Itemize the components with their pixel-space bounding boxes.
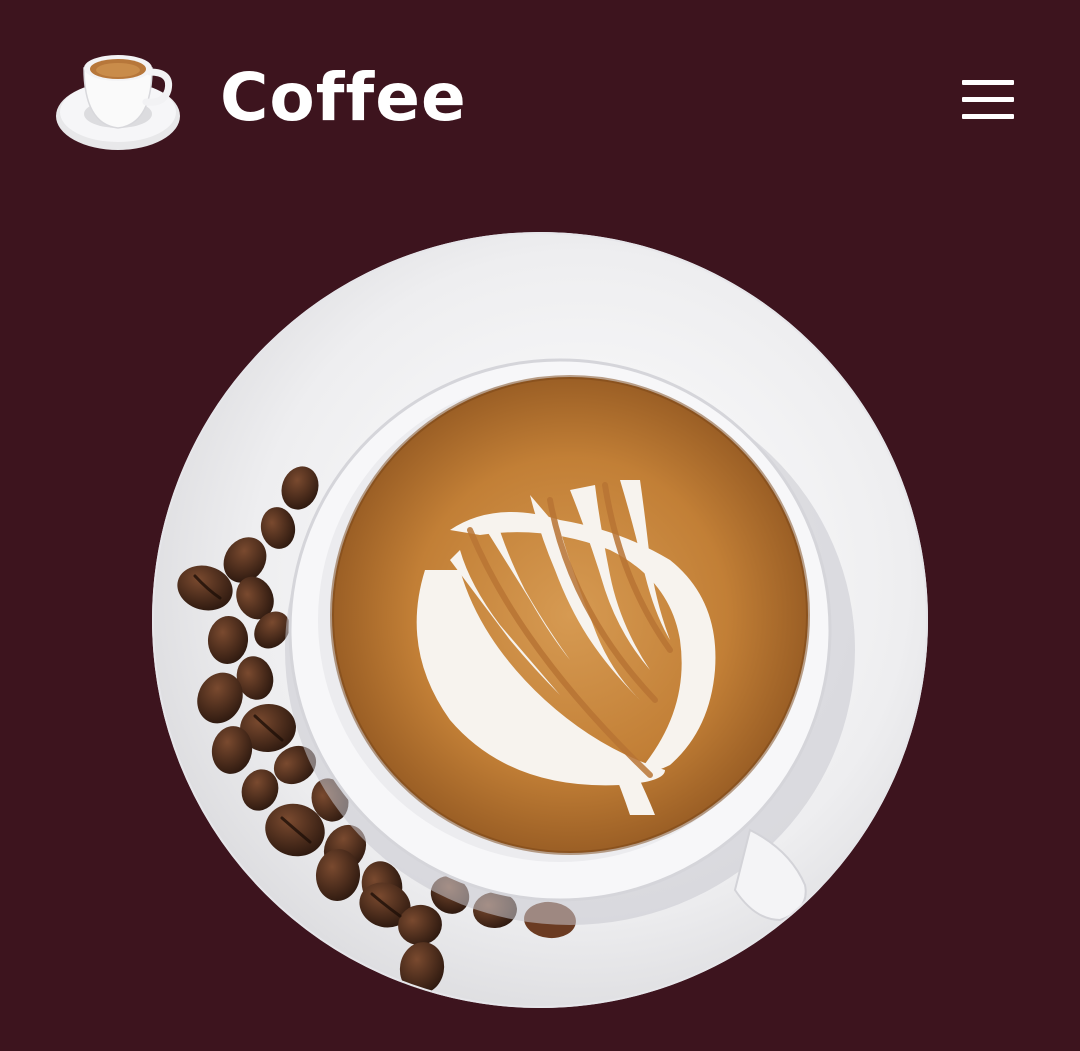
menu-button[interactable] [954, 72, 1024, 128]
brand-title: Coffee [220, 59, 467, 136]
app-header: Coffee [0, 0, 1080, 200]
hamburger-menu-icon [962, 80, 1014, 119]
coffee-cup-logo-icon[interactable] [54, 46, 184, 156]
hero-coffee-image [150, 230, 930, 1010]
